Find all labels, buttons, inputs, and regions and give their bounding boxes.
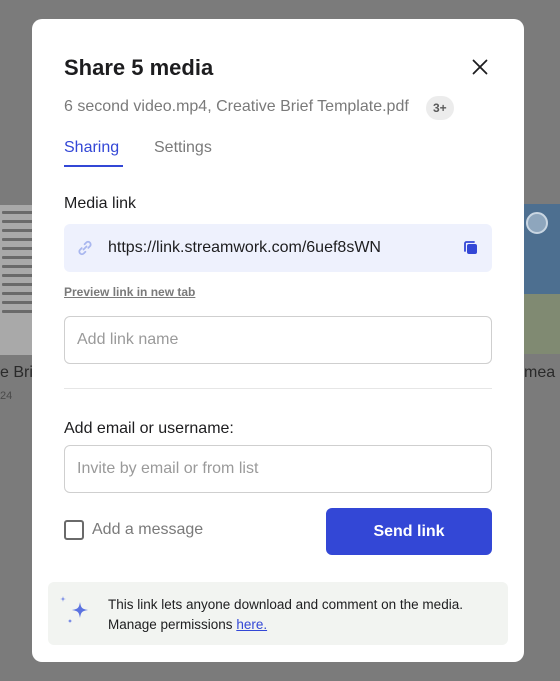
link-icon [78, 240, 92, 256]
close-button[interactable] [468, 55, 492, 79]
media-link-label: Media link [64, 195, 137, 212]
info-text: This link lets anyone download and comme… [108, 595, 498, 635]
background-media-card-left [0, 205, 36, 355]
add-message-label[interactable]: Add a message [92, 521, 203, 539]
active-tab-indicator [64, 165, 123, 167]
sparkle-icon [60, 596, 88, 623]
background-card-subtitle-left: 24 [0, 390, 13, 402]
more-files-badge[interactable]: 3+ [426, 96, 454, 120]
modal-title: Share 5 media [64, 55, 214, 80]
send-link-button[interactable]: Send link [326, 508, 492, 555]
add-message-checkbox[interactable] [64, 520, 84, 540]
info-message: This link lets anyone download and comme… [108, 597, 463, 632]
background-card-title-right: mea [524, 364, 556, 381]
media-link-box: https://link.streamwork.com/6uef8sWN [64, 224, 492, 272]
selected-files-list: 6 second video.mp4, Creative Brief Templ… [64, 98, 409, 115]
close-icon [472, 59, 488, 75]
tab-sharing[interactable]: Sharing [64, 139, 119, 157]
preview-link[interactable]: Preview link in new tab [64, 285, 195, 299]
link-name-input[interactable] [64, 316, 492, 364]
info-box: This link lets anyone download and comme… [48, 582, 508, 645]
background-media-card-right [520, 204, 560, 354]
divider [64, 388, 492, 389]
media-link-url[interactable]: https://link.streamwork.com/6uef8sWN [108, 239, 381, 257]
tab-settings[interactable]: Settings [154, 139, 212, 157]
avatar [526, 212, 548, 234]
share-modal: Share 5 media 6 second video.mp4, Creati… [32, 19, 524, 662]
copy-icon[interactable] [462, 239, 480, 257]
invite-label: Add email or username: [64, 420, 234, 437]
invite-input[interactable] [64, 445, 492, 493]
manage-permissions-link[interactable]: here. [236, 617, 267, 632]
